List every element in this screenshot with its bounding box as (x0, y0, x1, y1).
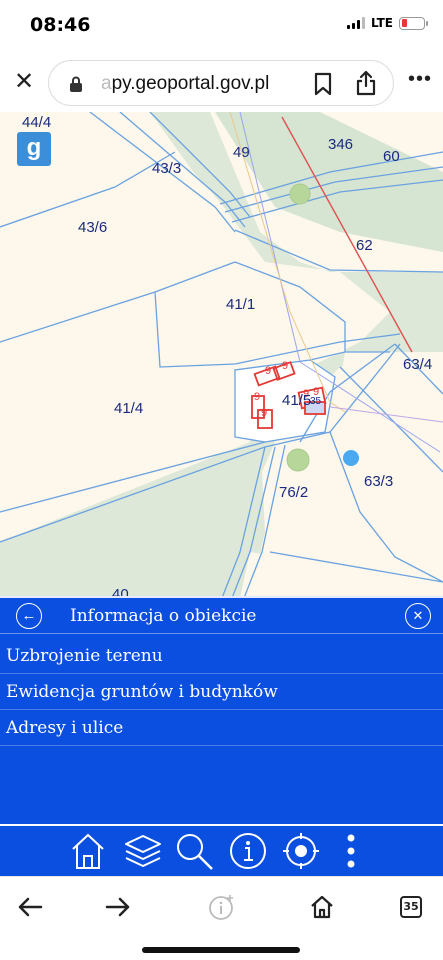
address-bar[interactable]: apy.geoportal.gov.pl (48, 60, 394, 106)
info-panel-header: ← Informacja o obiekcie ✕ (0, 598, 443, 634)
battery-icon (399, 16, 428, 30)
parcel-label[interactable]: 346 (328, 136, 353, 153)
share-icon[interactable] (355, 70, 377, 96)
back-arrow-icon[interactable] (10, 887, 50, 927)
tabs-count: 35 (400, 896, 422, 918)
bookmark-icon[interactable] (313, 72, 333, 96)
land-parcel-area (330, 352, 443, 582)
url-text[interactable]: apy.geoportal.gov.pl (101, 73, 269, 95)
search-icon[interactable] (172, 831, 216, 871)
close-icon[interactable]: ✕ (405, 603, 431, 629)
tree-icon (289, 183, 311, 205)
map-view[interactable]: 9 9 9 9 9 9 35 44/4 43/3 49 346 60 43/6 … (0, 112, 443, 598)
forward-arrow-icon[interactable] (98, 887, 138, 927)
status-bar: 08:46 LTE (0, 0, 443, 52)
info-panel-title: Informacja o obiekcie (70, 606, 257, 626)
tree-icon (286, 448, 310, 472)
status-indicators: LTE (346, 16, 428, 30)
close-icon[interactable]: ✕ (12, 70, 36, 94)
page-info-icon[interactable] (202, 887, 242, 927)
map-canvas (0, 112, 443, 598)
object-info-panel: ← Informacja o obiekcie ✕ Uzbrojenie ter… (0, 596, 443, 824)
building-number[interactable]: 9 (282, 360, 288, 372)
parcel-label[interactable]: 44/4 (22, 114, 51, 131)
water-point-icon (343, 450, 359, 466)
browser-bottom-bar: 35 (0, 876, 443, 960)
parcel-label[interactable]: 43/6 (78, 219, 107, 236)
parcel-label[interactable]: 76/2 (279, 484, 308, 501)
status-time: 08:46 (30, 14, 91, 36)
geoportal-logo-icon[interactable]: g (17, 132, 51, 166)
building-number[interactable]: 9 (265, 365, 271, 377)
parcel-label[interactable]: 43/3 (152, 160, 181, 177)
url-faded-part: a (101, 73, 112, 94)
tabs-button[interactable]: 35 (391, 887, 431, 927)
building-number[interactable]: 9 (261, 407, 267, 419)
more-vertical-icon[interactable] (338, 831, 364, 871)
building-number[interactable]: 9 (254, 391, 260, 403)
parcel-label[interactable]: 63/3 (364, 473, 393, 490)
parcel-label[interactable]: 62 (356, 237, 373, 254)
url-domain: py.geoportal.gov.pl (111, 73, 270, 94)
layers-icon[interactable] (122, 831, 164, 871)
home-icon[interactable] (68, 831, 108, 871)
browser-url-row: ✕ apy.geoportal.gov.pl ••• (0, 56, 443, 112)
info-item-ewidencja[interactable]: Ewidencja gruntów i budynków (0, 674, 443, 710)
info-item-uzbrojenie[interactable]: Uzbrojenie terenu (0, 638, 443, 674)
signal-icon (346, 17, 365, 29)
info-item-adresy[interactable]: Adresy i ulice (0, 710, 443, 746)
map-toolbar (0, 826, 443, 876)
parcel-label[interactable]: 60 (383, 148, 400, 165)
back-arrow-icon[interactable]: ← (16, 603, 42, 629)
home-indicator (142, 947, 300, 953)
info-icon[interactable] (228, 831, 268, 871)
parcel-label[interactable]: 41/4 (114, 400, 143, 417)
home-icon[interactable] (302, 887, 342, 927)
more-horizontal-icon[interactable]: ••• (408, 69, 432, 89)
network-label: LTE (370, 16, 393, 30)
parcel-label[interactable]: 49 (233, 144, 250, 161)
address-number[interactable]: 35 (310, 396, 321, 407)
locate-icon[interactable] (280, 831, 322, 871)
parcel-label[interactable]: 63/4 (403, 356, 432, 373)
parcel-label[interactable]: 41/1 (226, 296, 255, 313)
parcel-label[interactable]: 41/5 (282, 392, 311, 409)
lock-icon (70, 76, 82, 92)
